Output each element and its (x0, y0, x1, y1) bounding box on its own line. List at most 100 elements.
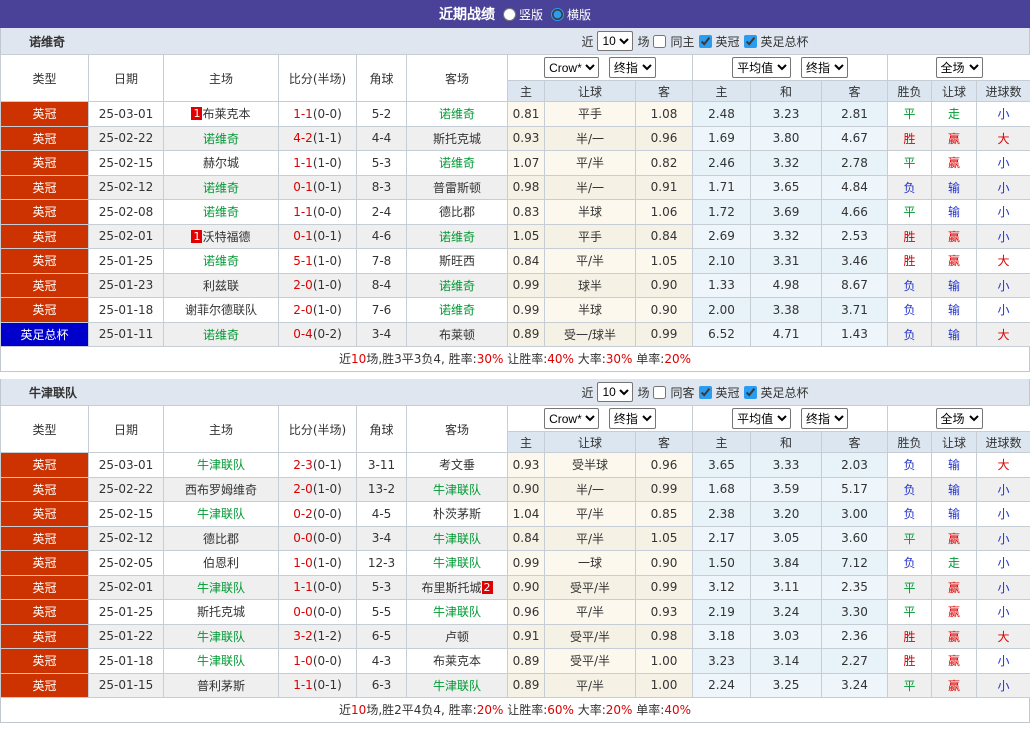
league-facup-checkbox[interactable] (743, 34, 757, 48)
match-type-badge: 英冠 (0, 452, 89, 478)
result-handicap: 赢 (931, 525, 978, 551)
match-type-badge: 英冠 (0, 501, 89, 527)
home-rank-badge: 1 (191, 229, 203, 243)
same-venue-checkbox[interactable] (653, 385, 667, 399)
match-type-badge: 英冠 (0, 648, 89, 674)
away-team-link[interactable]: 考文垂 (439, 458, 475, 472)
corner-score: 3-11 (356, 452, 407, 478)
col-handicap-line: 让球 (544, 80, 636, 102)
corner-score: 6-3 (356, 672, 407, 698)
home-team-link[interactable]: 赫尔城 (203, 156, 239, 170)
avg-home-odds: 1.71 (692, 174, 752, 200)
avg-home-odds: 2.17 (692, 525, 752, 551)
col-away: 客场 (406, 405, 508, 453)
home-team-link[interactable]: 斯托克城 (197, 605, 245, 619)
away-team-link[interactable]: 斯旺西 (439, 254, 475, 268)
home-team-link[interactable]: 谢菲尔德联队 (185, 303, 257, 317)
corner-score: 5-5 (356, 599, 407, 625)
col-winlose: 胜负 (887, 431, 933, 453)
league-championship-checkbox[interactable] (698, 385, 712, 399)
match-score: 0-1(0-1) (278, 174, 357, 200)
home-team-link[interactable]: 牛津联队 (197, 458, 245, 472)
home-team-link[interactable]: 德比郡 (203, 532, 239, 546)
odds-source-select[interactable]: Crow* (544, 57, 600, 78)
col-goals: 进球数 (976, 431, 1030, 453)
avg-draw-odds: 3.23 (750, 101, 823, 127)
avg-time-select[interactable]: 终指 (800, 408, 848, 429)
table-row: 英冠 25-02-01 1 沃特福德 0-1(0-1) 4-6 诺维奇 1.05 … (0, 223, 1030, 249)
away-team-link[interactable]: 卢顿 (445, 630, 469, 644)
vertical-radio[interactable] (502, 7, 516, 21)
home-team-link[interactable]: 牛津联队 (197, 630, 245, 644)
home-team-link[interactable]: 布莱克本 (202, 107, 250, 121)
match-score: 0-0(0-0) (278, 525, 357, 551)
home-team-link[interactable]: 诺维奇 (203, 181, 239, 195)
match-type-badge: 英冠 (0, 672, 89, 698)
home-team-link[interactable]: 利兹联 (203, 279, 239, 293)
league-facup-checkbox[interactable] (743, 385, 757, 399)
home-team-link[interactable]: 诺维奇 (203, 328, 239, 342)
layout-option-vertical[interactable]: 竖版 (502, 6, 543, 23)
away-team-link[interactable]: 德比郡 (439, 205, 475, 219)
handicap-away-odds: 0.85 (634, 501, 694, 527)
team-section-oxford: 牛津联队 近 10 场 同客 英冠 英足总杯 类型 日期 主场 比分(半场) 角… (0, 379, 1030, 723)
scope-select[interactable]: 全场 (935, 408, 983, 429)
away-team-link[interactable]: 牛津联队 (433, 532, 481, 546)
away-team-link[interactable]: 布莱克本 (433, 654, 481, 668)
team-name: 诺维奇 (29, 34, 66, 49)
away-team-link[interactable]: 布里斯托城 (421, 581, 481, 595)
match-count-select[interactable]: 10 (597, 31, 634, 51)
away-team-link[interactable]: 诺维奇 (439, 156, 475, 170)
handicap-home-odds: 0.91 (507, 623, 545, 649)
home-team-link[interactable]: 牛津联队 (197, 507, 245, 521)
table-row: 英冠 25-03-01 牛津联队 2-3(0-1) 3-11 考文垂 0.93 … (0, 452, 1030, 478)
handicap-away-odds: 0.91 (634, 174, 694, 200)
home-team-link[interactable]: 西布罗姆维奇 (185, 483, 257, 497)
horizontal-radio[interactable] (551, 7, 564, 21)
corner-score: 8-4 (356, 272, 407, 298)
handicap-home-odds: 0.84 (507, 525, 545, 551)
home-team-link[interactable]: 牛津联队 (197, 654, 245, 668)
match-count-select[interactable]: 10 (597, 382, 634, 402)
col-handicap-line: 让球 (544, 431, 636, 453)
same-venue-checkbox[interactable] (653, 34, 667, 48)
away-team-link[interactable]: 牛津联队 (433, 483, 481, 497)
home-rank-badge: 1 (191, 107, 203, 121)
scope-select[interactable]: 全场 (935, 57, 983, 78)
league-championship-checkbox[interactable] (698, 34, 712, 48)
away-team-link[interactable]: 牛津联队 (433, 556, 481, 570)
away-team-link[interactable]: 斯托克城 (433, 132, 481, 146)
match-date: 25-02-12 (88, 174, 164, 200)
away-team-link[interactable]: 布莱顿 (439, 328, 475, 342)
away-team-link[interactable]: 诺维奇 (439, 230, 475, 244)
away-team-link[interactable]: 诺维奇 (439, 107, 475, 121)
away-team-link[interactable]: 牛津联队 (433, 679, 481, 693)
away-team-link[interactable]: 诺维奇 (439, 279, 475, 293)
match-type-badge: 英冠 (0, 125, 89, 151)
team-bar: 牛津联队 近 10 场 同客 英冠 英足总杯 (0, 379, 1030, 405)
home-team-link[interactable]: 诺维奇 (203, 132, 239, 146)
home-team-link[interactable]: 诺维奇 (203, 205, 239, 219)
match-date: 25-02-15 (88, 150, 164, 176)
result-goals: 小 (976, 174, 1030, 200)
away-team-link[interactable]: 牛津联队 (433, 605, 481, 619)
result-goals: 小 (976, 101, 1030, 127)
layout-option-horizontal[interactable]: 横版 (551, 6, 591, 23)
home-team-link[interactable]: 诺维奇 (203, 254, 239, 268)
home-team-link[interactable]: 普利茅斯 (197, 679, 245, 693)
avg-source-select[interactable]: 平均值 (732, 57, 792, 78)
away-team-link[interactable]: 诺维奇 (439, 303, 475, 317)
result-goals: 大 (976, 248, 1030, 274)
home-team-link[interactable]: 伯恩利 (203, 556, 239, 570)
odds-time-select[interactable]: 终指 (608, 57, 656, 78)
odds-source-select[interactable]: Crow* (544, 408, 600, 429)
avg-time-select[interactable]: 终指 (800, 57, 848, 78)
away-team-link[interactable]: 普雷斯顿 (433, 181, 481, 195)
home-team-link[interactable]: 牛津联队 (197, 581, 245, 595)
avg-source-select[interactable]: 平均值 (732, 408, 792, 429)
away-team-link[interactable]: 朴茨茅斯 (433, 507, 481, 521)
odds-time-select[interactable]: 终指 (608, 408, 656, 429)
match-score: 1-1(0-0) (278, 101, 357, 127)
avg-away-odds: 2.03 (821, 452, 889, 478)
home-team-link[interactable]: 沃特福德 (202, 230, 250, 244)
